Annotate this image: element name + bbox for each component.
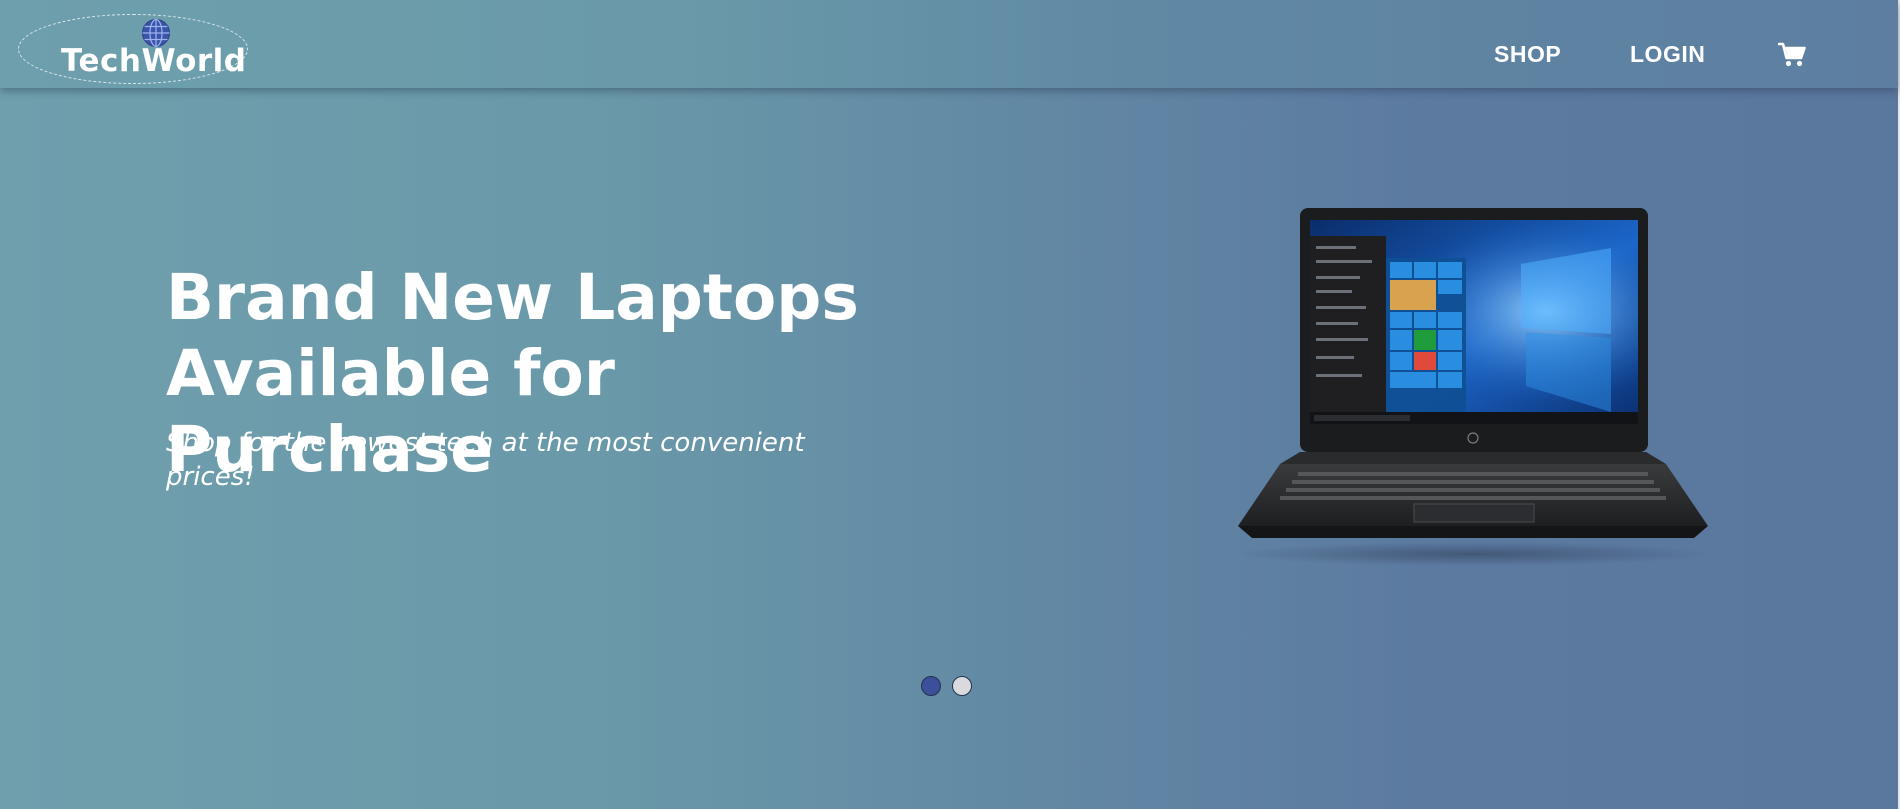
carousel-dot-1[interactable] bbox=[921, 676, 941, 696]
page: Brand New Laptops Available for Purchase … bbox=[0, 0, 1900, 809]
nav-shop-link[interactable]: SHOP bbox=[1494, 41, 1561, 68]
laptop-image bbox=[1236, 208, 1710, 566]
logo-text: TechWorld bbox=[61, 43, 247, 79]
logo[interactable]: TechWorld bbox=[18, 14, 248, 84]
nav-login-link[interactable]: LOGIN bbox=[1630, 41, 1705, 68]
hero-subheadline: Shop for the newest tech at the most con… bbox=[166, 428, 805, 492]
hero-section: Brand New Laptops Available for Purchase … bbox=[0, 0, 1898, 809]
headline-line-1: Brand New Laptops bbox=[166, 261, 859, 334]
shopping-cart-icon[interactable] bbox=[1778, 42, 1806, 68]
navbar: TechWorld SHOP LOGIN bbox=[0, 0, 1898, 88]
carousel-dot-2[interactable] bbox=[952, 676, 972, 696]
